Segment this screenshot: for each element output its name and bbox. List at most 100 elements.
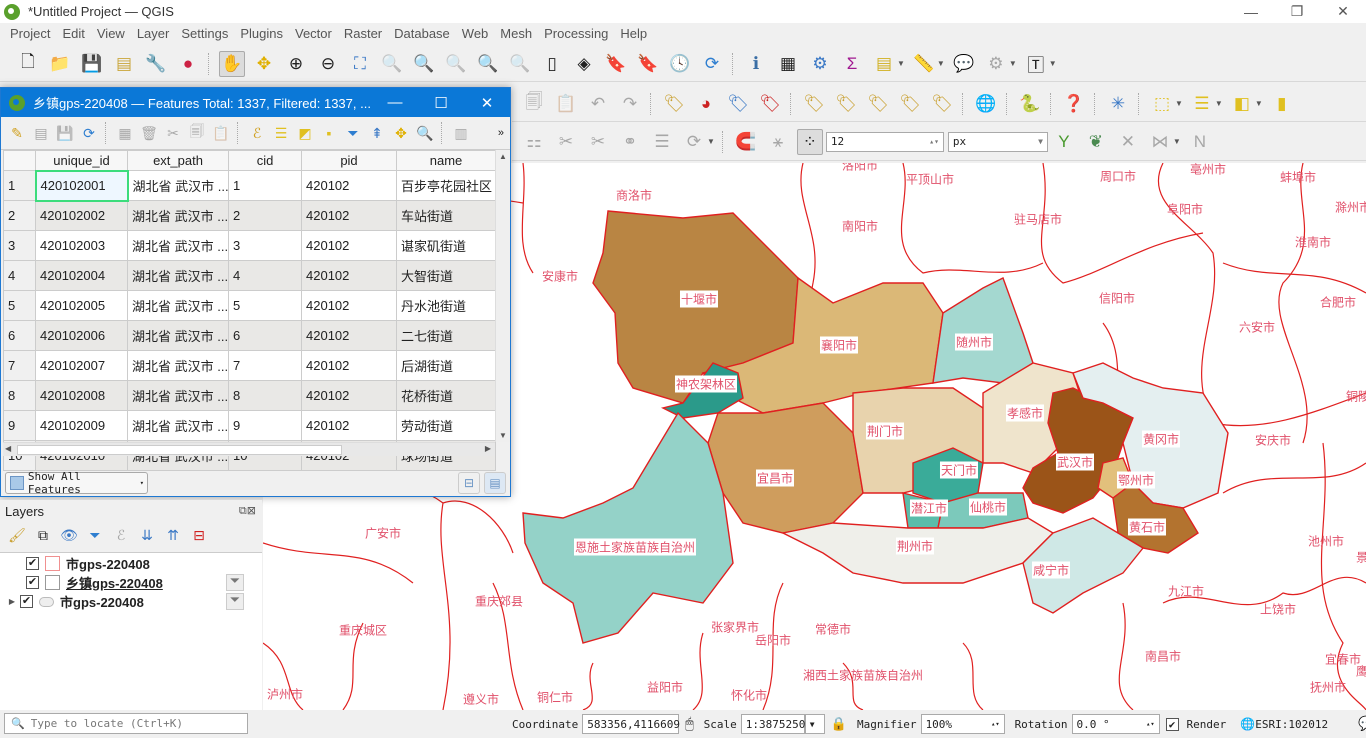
select-by-expression-icon[interactable]: ℰ [247, 123, 267, 143]
snap-intersection-icon[interactable]: N [1187, 129, 1213, 155]
deselect-features-icon[interactable]: ◧ [1229, 91, 1255, 117]
reload-table-icon[interactable]: ⟳ [79, 123, 99, 143]
filter-icon[interactable]: ⏷ [226, 593, 244, 610]
change-label-icon[interactable]: 🏷 [929, 91, 955, 117]
row-number[interactable]: 7 [3, 350, 36, 381]
redo-icon[interactable]: ↷ [617, 91, 643, 117]
column-header[interactable]: ext_path [127, 150, 229, 171]
ext-path-cell[interactable]: 湖北省 武汉市 ... [127, 320, 229, 351]
cid-cell[interactable]: 9 [228, 410, 302, 441]
processing-toolbox-icon[interactable]: ⚙ [807, 51, 833, 77]
table-row[interactable]: 9 420102009 湖北省 武汉市 ... 9 420102 劳动街道 [3, 410, 496, 441]
ext-path-cell[interactable]: 湖北省 武汉市 ... [127, 350, 229, 381]
table-row[interactable]: 7 420102007 湖北省 武汉市 ... 7 420102 后湖街道 [3, 350, 496, 381]
cid-cell[interactable]: 2 [228, 200, 302, 231]
menu-web[interactable]: Web [456, 26, 495, 41]
table-row[interactable]: 4 420102004 湖北省 武汉市 ... 4 420102 大智街道 [3, 260, 496, 291]
chevron-down-icon[interactable]: ▼ [1255, 99, 1263, 108]
chevron-down-icon[interactable]: ▼ [1049, 59, 1057, 68]
table-view-button[interactable]: ▤ [484, 472, 506, 494]
cut-features-icon[interactable]: ✂ [163, 123, 183, 143]
select-features-icon[interactable]: ⬚ [1149, 91, 1175, 117]
menu-mesh[interactable]: Mesh [494, 26, 538, 41]
ext-path-cell[interactable]: 湖北省 武汉市 ... [127, 410, 229, 441]
move-label-icon[interactable]: 🏷 [801, 91, 827, 117]
toggle-editing-icon[interactable]: ✎ [7, 123, 27, 143]
zoom-to-selected-icon[interactable]: 🔍 [415, 123, 435, 143]
invert-selection-icon[interactable]: ◩ [295, 123, 315, 143]
render-checkbox[interactable]: ✔ [1165, 717, 1179, 731]
help-icon[interactable]: ❓ [1061, 91, 1087, 117]
name-cell[interactable]: 丹水池街道 [396, 290, 496, 321]
lock-scale-icon[interactable]: 🔒 [831, 717, 847, 732]
temporal-controller-icon[interactable]: 🕓 [667, 51, 693, 77]
reshape-icon[interactable]: ⟳ [681, 129, 707, 155]
move-selection-to-top-icon[interactable]: ⇞ [367, 123, 387, 143]
layout-manager-icon[interactable]: 🔧 [143, 51, 169, 77]
snapping-mode-icon[interactable]: ⚹ [765, 129, 791, 155]
select-by-value-icon[interactable]: ☰ [1189, 91, 1215, 117]
split-features-icon[interactable]: ✂ [553, 129, 579, 155]
menu-settings[interactable]: Settings [175, 26, 234, 41]
layer-item[interactable]: ▶ ✔ 市gps-220408 ⏷ [0, 592, 262, 611]
new-map-view-icon[interactable]: ▯ [539, 51, 565, 77]
add-feature-icon[interactable]: ▦ [115, 123, 135, 143]
scale-dropdown-button[interactable]: ▼ [804, 714, 825, 734]
layer-visibility-checkbox[interactable]: ✔ [20, 595, 33, 608]
layer-labeling-icon[interactable]: 🏷 [661, 91, 687, 117]
offset-curve-icon[interactable]: ☰ [649, 129, 675, 155]
unique-id-cell[interactable]: 420102008 [35, 380, 128, 411]
name-cell[interactable]: 百步亭花园社区 [396, 170, 496, 201]
name-cell[interactable]: 花桥街道 [396, 380, 496, 411]
menu-project[interactable]: Project [4, 26, 56, 41]
hubei-region-polygon[interactable] [707, 402, 864, 534]
layer-symbol-icon[interactable] [45, 575, 60, 590]
spinner-icon[interactable]: ▴▾ [929, 137, 939, 146]
row-number[interactable]: 9 [3, 410, 36, 441]
new-field-icon[interactable]: ▥ [451, 123, 471, 143]
pan-to-selection-icon[interactable]: ✥ [251, 51, 277, 77]
unique-id-cell[interactable]: 420102007 [35, 350, 128, 381]
column-header[interactable]: pid [301, 150, 397, 171]
magnifier-input[interactable]: 100% ▴▾ [920, 714, 1005, 734]
scroll-down-icon[interactable]: ▼ [499, 431, 507, 440]
multi-edit-icon[interactable]: ▤ [31, 123, 51, 143]
dock-float-close-icons[interactable]: ⧉⊠ [239, 504, 256, 518]
pin-labels-icon[interactable]: 🏷 [725, 91, 751, 117]
menu-layer[interactable]: Layer [131, 26, 176, 41]
unique-id-cell[interactable]: 420102006 [35, 320, 128, 351]
show-features-filter-button[interactable]: Show All Features ▾ [5, 470, 148, 496]
tracing-icon[interactable]: ⋈ [1147, 129, 1173, 155]
row-number[interactable]: 4 [3, 260, 36, 291]
python-console-icon[interactable]: 🐍 [1017, 91, 1043, 117]
snapping-type-icon[interactable]: ⁘ [796, 128, 823, 155]
filter-icon[interactable]: ⏷ [226, 574, 244, 591]
row-number[interactable]: 5 [3, 290, 36, 321]
zoom-to-layer-icon[interactable]: 🔍 [411, 51, 437, 77]
save-edits-icon[interactable]: 💾 [55, 123, 75, 143]
column-header[interactable]: unique_id [35, 150, 128, 171]
metasearch-icon[interactable]: 🌐 [973, 91, 999, 117]
attribute-table-titlebar[interactable]: 乡镇gps-220408 — Features Total: 1337, Fil… [1, 88, 510, 117]
cid-cell[interactable]: 5 [228, 290, 302, 321]
attr-minimize-button[interactable]: — [372, 88, 418, 117]
more-tools-icon[interactable]: » [498, 127, 504, 139]
zoom-last-icon[interactable]: 🔍 [475, 51, 501, 77]
pid-cell[interactable]: 420102 [301, 290, 397, 321]
table-row[interactable]: 3 420102003 湖北省 武汉市 ... 3 420102 谌家矶街道 [3, 230, 496, 261]
menu-help[interactable]: Help [614, 26, 653, 41]
scroll-right-icon[interactable]: ▶ [485, 444, 491, 453]
pid-cell[interactable]: 420102 [301, 230, 397, 261]
pid-cell[interactable]: 420102 [301, 410, 397, 441]
topology-checker-icon[interactable]: ✳ [1105, 91, 1131, 117]
layer-symbol-icon[interactable] [45, 556, 60, 571]
name-cell[interactable]: 大智街道 [396, 260, 496, 291]
table-row[interactable]: 5 420102005 湖北省 武汉市 ... 5 420102 丹水池街道 [3, 290, 496, 321]
new-3d-map-icon[interactable]: ◈ [571, 51, 597, 77]
refresh-icon[interactable]: ⟳ [699, 51, 725, 77]
merge-features-icon[interactable]: ⚭ [617, 129, 643, 155]
snapping-magnet-icon[interactable]: 🧲 [733, 129, 759, 155]
unique-id-cell[interactable]: 420102009 [35, 410, 128, 441]
cid-cell[interactable]: 8 [228, 380, 302, 411]
ext-path-cell[interactable]: 湖北省 武汉市 ... [127, 260, 229, 291]
